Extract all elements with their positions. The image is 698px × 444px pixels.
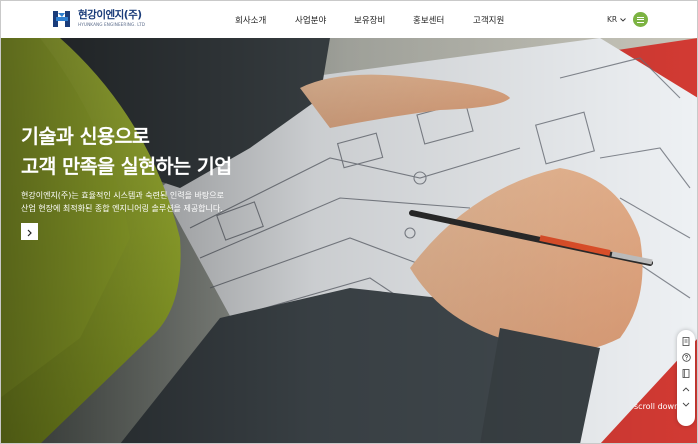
language-label: KR (607, 15, 618, 24)
document-icon[interactable] (681, 336, 691, 346)
hero-title-line2: 고객 만족을 실현하는 기업 (21, 155, 232, 178)
nav-item-company[interactable]: 회사소개 (235, 14, 266, 26)
nav-item-business[interactable]: 사업분야 (295, 14, 326, 26)
hero-more-button[interactable] (21, 223, 38, 240)
logo-name-ko: 현강이엔지(주) (78, 9, 142, 21)
hero-description: 현강이엔지(주)는 효율적인 시스템과 숙련된 인력을 바탕으로 산업 현장에 … (21, 190, 224, 215)
hero-title-line1: 기술과 신용으로 (21, 125, 150, 148)
hero-desc-line1: 현강이엔지(주)는 효율적인 시스템과 숙련된 인력을 바탕으로 (21, 191, 224, 200)
book-icon[interactable] (681, 368, 691, 378)
nav-item-pr-center[interactable]: 홍보센터 (413, 14, 444, 26)
question-icon[interactable] (681, 352, 691, 362)
scroll-down-label[interactable]: scroll down (634, 402, 679, 411)
hamburger-icon[interactable] (633, 12, 648, 27)
logo-icon (52, 9, 74, 29)
chevron-up-icon[interactable] (681, 384, 691, 394)
hero-section: 기술과 신용으로 고객 만족을 실현하는 기업 현강이엔지(주)는 효율적인 시… (0, 38, 698, 444)
logo-name-en: HYUNKANG ENGINEERING. LTD (78, 22, 146, 27)
hero-title: 기술과 신용으로 고객 만족을 실현하는 기업 (21, 122, 232, 182)
engineer-reviewing-blueprint-photo (0, 38, 698, 444)
nav-item-support[interactable]: 고객지원 (473, 14, 504, 26)
language-selector[interactable]: KR (607, 15, 626, 24)
chevron-down-icon[interactable] (681, 400, 691, 410)
hero-desc-line2: 산업 현장에 최적화된 종합 엔지니어링 솔루션을 제공합니다. (21, 203, 223, 213)
nav-item-equipment[interactable]: 보유장비 (354, 14, 385, 26)
site-header: 현강이엔지(주) HYUNKANG ENGINEERING. LTD 회사소개 … (0, 0, 698, 38)
chevron-right-icon (26, 222, 33, 241)
quick-menu (677, 330, 695, 426)
logo[interactable]: 현강이엔지(주) HYUNKANG ENGINEERING. LTD (52, 9, 145, 29)
chevron-down-icon (620, 15, 626, 24)
